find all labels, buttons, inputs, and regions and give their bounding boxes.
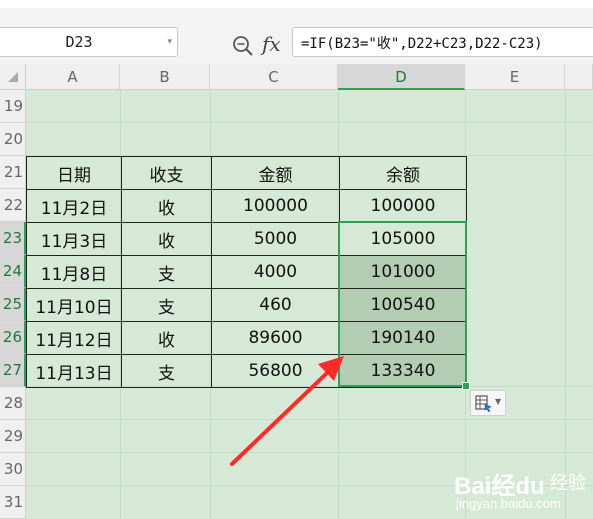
table-row: 11月12日 收 89600 190140 bbox=[26, 321, 467, 355]
row-header-21[interactable]: 21 bbox=[0, 156, 26, 189]
table-row: 11月3日 收 5000 105000 bbox=[26, 222, 467, 256]
cell-balance[interactable]: 133340 bbox=[339, 354, 467, 388]
column-header-f[interactable] bbox=[565, 64, 593, 90]
cell-amount[interactable]: 100000 bbox=[211, 189, 340, 223]
row-header-23[interactable]: 23 bbox=[0, 222, 26, 255]
column-header-a[interactable]: A bbox=[26, 64, 120, 90]
cell-date[interactable]: 11月13日 bbox=[26, 354, 122, 388]
cell-balance[interactable]: 105000 bbox=[339, 222, 467, 256]
name-box-value: D23 bbox=[65, 33, 93, 51]
row-header-25[interactable]: 25 bbox=[0, 288, 26, 321]
table-row: 11月13日 支 56800 133340 bbox=[26, 354, 467, 388]
row-header-24[interactable]: 24 bbox=[0, 255, 26, 288]
cell-date[interactable]: 11月8日 bbox=[26, 255, 122, 289]
row-header-26[interactable]: 26 bbox=[0, 321, 26, 354]
chevron-down-icon[interactable]: ▾ bbox=[167, 37, 172, 47]
paste-options-icon bbox=[475, 395, 492, 412]
cell-amount[interactable]: 5000 bbox=[211, 222, 340, 256]
paste-options-button[interactable]: ▼ bbox=[470, 390, 506, 416]
watermark-url: jingyan.baidu.com bbox=[456, 496, 561, 511]
cell-amount[interactable]: 89600 bbox=[211, 321, 340, 355]
cell-type[interactable]: 支 bbox=[121, 255, 212, 289]
table-header-row: 日期 收支 金额 余额 bbox=[26, 156, 467, 190]
cell-type[interactable]: 支 bbox=[121, 288, 212, 322]
baidu-watermark: Bai经du 经验 jingyan.baidu.com bbox=[450, 466, 590, 516]
cell-amount[interactable]: 56800 bbox=[211, 354, 340, 388]
cell-type[interactable]: 支 bbox=[121, 354, 212, 388]
formula-text: =IF(B23="收",D22+C23,D22-C23) bbox=[301, 36, 543, 52]
cell-balance[interactable]: 190140 bbox=[339, 321, 467, 355]
chevron-down-icon: ▼ bbox=[495, 397, 502, 406]
cell-amount[interactable]: 460 bbox=[211, 288, 340, 322]
cell-amount[interactable]: 4000 bbox=[211, 255, 340, 289]
cell-date[interactable]: 11月2日 bbox=[26, 189, 122, 223]
column-header-e[interactable]: E bbox=[465, 64, 565, 90]
name-box[interactable]: D23 ▾ bbox=[0, 27, 178, 57]
row-header-31[interactable]: 31 bbox=[0, 486, 26, 519]
header-cell-type[interactable]: 收支 bbox=[121, 156, 212, 190]
row-header-30[interactable]: 30 bbox=[0, 453, 26, 486]
magnifier-zoom-icon[interactable] bbox=[232, 35, 254, 57]
fill-handle[interactable] bbox=[462, 382, 470, 390]
cell-type[interactable]: 收 bbox=[121, 321, 212, 355]
header-cell-date[interactable]: 日期 bbox=[26, 156, 122, 190]
table-row: 11月8日 支 4000 101000 bbox=[26, 255, 467, 289]
cell-balance[interactable]: 100540 bbox=[339, 288, 467, 322]
column-header-d[interactable]: D bbox=[338, 64, 465, 90]
cell-type[interactable]: 收 bbox=[121, 222, 212, 256]
header-cell-amount[interactable]: 金额 bbox=[211, 156, 340, 190]
cell-date[interactable]: 11月10日 bbox=[26, 288, 122, 322]
watermark-jingyan: 经验 bbox=[550, 473, 586, 494]
row-header-27[interactable]: 27 bbox=[0, 354, 26, 387]
data-table: 日期 收支 金额 余额 11月2日 收 100000 100000 11月3日 … bbox=[26, 156, 467, 388]
header-cell-balance[interactable]: 余额 bbox=[339, 156, 467, 190]
select-all-corner[interactable] bbox=[0, 64, 26, 90]
table-row: 11月2日 收 100000 100000 bbox=[26, 189, 467, 223]
fx-icon[interactable]: fx bbox=[262, 32, 281, 56]
formula-input[interactable]: =IF(B23="收",D22+C23,D22-C23) bbox=[292, 27, 593, 57]
cell-balance[interactable]: 100000 bbox=[339, 189, 467, 223]
row-header-28[interactable]: 28 bbox=[0, 387, 26, 420]
cell-type[interactable]: 收 bbox=[121, 189, 212, 223]
cell-date[interactable]: 11月12日 bbox=[26, 321, 122, 355]
cell-balance[interactable]: 101000 bbox=[339, 255, 467, 289]
row-header-19[interactable]: 19 bbox=[0, 90, 26, 123]
row-header-22[interactable]: 22 bbox=[0, 189, 26, 222]
row-header-20[interactable]: 20 bbox=[0, 123, 26, 156]
row-header-29[interactable]: 29 bbox=[0, 420, 26, 453]
table-row: 11月10日 支 460 100540 bbox=[26, 288, 467, 322]
formula-bar: D23 ▾ fx =IF(B23="收",D22+C23,D22-C23) bbox=[0, 8, 593, 65]
column-header-c[interactable]: C bbox=[210, 64, 338, 90]
column-header-b[interactable]: B bbox=[120, 64, 210, 90]
cell-date[interactable]: 11月3日 bbox=[26, 222, 122, 256]
select-all-triangle-icon bbox=[8, 72, 18, 82]
